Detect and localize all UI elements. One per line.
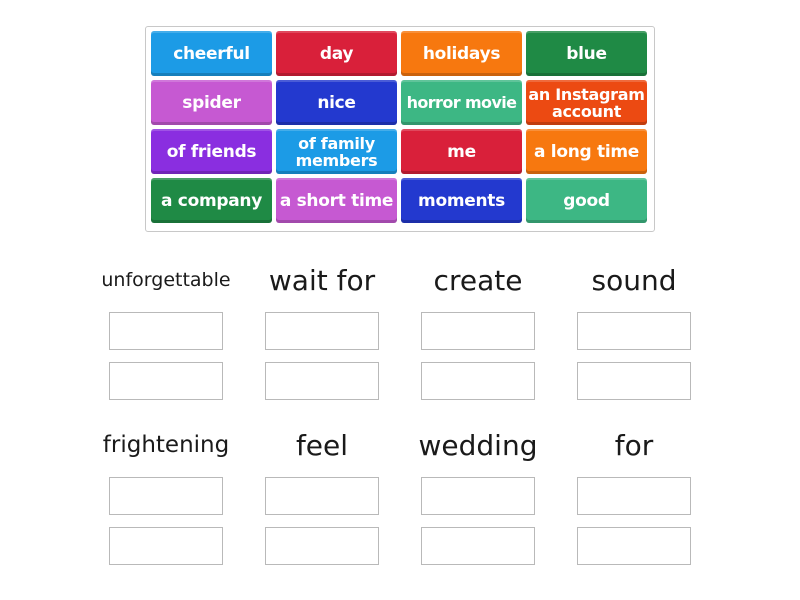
word-tile-bank: cheerful day holidays blue spider nice h… [145, 26, 655, 232]
category-title: wait for [268, 263, 376, 297]
word-tile[interactable]: day [276, 31, 397, 76]
category-title: for [614, 428, 654, 462]
drop-slot[interactable] [577, 312, 691, 350]
category-group: sound [556, 260, 712, 400]
drop-slot[interactable] [109, 477, 223, 515]
word-tile[interactable]: a short time [276, 178, 397, 223]
category-title: feel [295, 428, 349, 462]
word-tile[interactable]: holidays [401, 31, 522, 76]
category-group: wedding [400, 425, 556, 565]
drop-slot[interactable] [265, 527, 379, 565]
word-tile[interactable]: an Instagram account [526, 80, 647, 125]
word-tile[interactable]: good [526, 178, 647, 223]
word-tile[interactable]: me [401, 129, 522, 174]
drop-slot[interactable] [421, 477, 535, 515]
word-tile[interactable]: moments [401, 178, 522, 223]
drop-slot[interactable] [109, 312, 223, 350]
drop-slot[interactable] [577, 527, 691, 565]
word-tile[interactable]: of family members [276, 129, 397, 174]
drop-slot[interactable] [265, 312, 379, 350]
drop-slot[interactable] [421, 362, 535, 400]
word-tile[interactable]: a company [151, 178, 272, 223]
category-group: create [400, 260, 556, 400]
category-group: for [556, 425, 712, 565]
word-tile[interactable]: nice [276, 80, 397, 125]
category-group: wait for [244, 260, 400, 400]
category-groups-row-2: frightening feel wedding for [88, 425, 712, 565]
category-group: unforgettable [88, 260, 244, 400]
drop-slot[interactable] [265, 362, 379, 400]
category-title: unforgettable [101, 269, 231, 291]
category-title: create [433, 263, 523, 297]
drop-slot[interactable] [265, 477, 379, 515]
drop-slot[interactable] [421, 312, 535, 350]
category-group: frightening [88, 425, 244, 565]
category-group: feel [244, 425, 400, 565]
drop-slot[interactable] [109, 362, 223, 400]
word-tile[interactable]: spider [151, 80, 272, 125]
drop-slot[interactable] [109, 527, 223, 565]
category-title: wedding [418, 428, 538, 462]
drop-slot[interactable] [421, 527, 535, 565]
word-tile[interactable]: cheerful [151, 31, 272, 76]
category-groups-row-1: unforgettable wait for create sound [88, 260, 712, 400]
drop-slot[interactable] [577, 477, 691, 515]
word-tile[interactable]: a long time [526, 129, 647, 174]
drop-slot[interactable] [577, 362, 691, 400]
category-title: sound [591, 263, 677, 297]
word-tile[interactable]: of friends [151, 129, 272, 174]
category-title: frightening [102, 432, 230, 458]
word-tile[interactable]: blue [526, 31, 647, 76]
word-tile[interactable]: horror movie [401, 80, 522, 125]
